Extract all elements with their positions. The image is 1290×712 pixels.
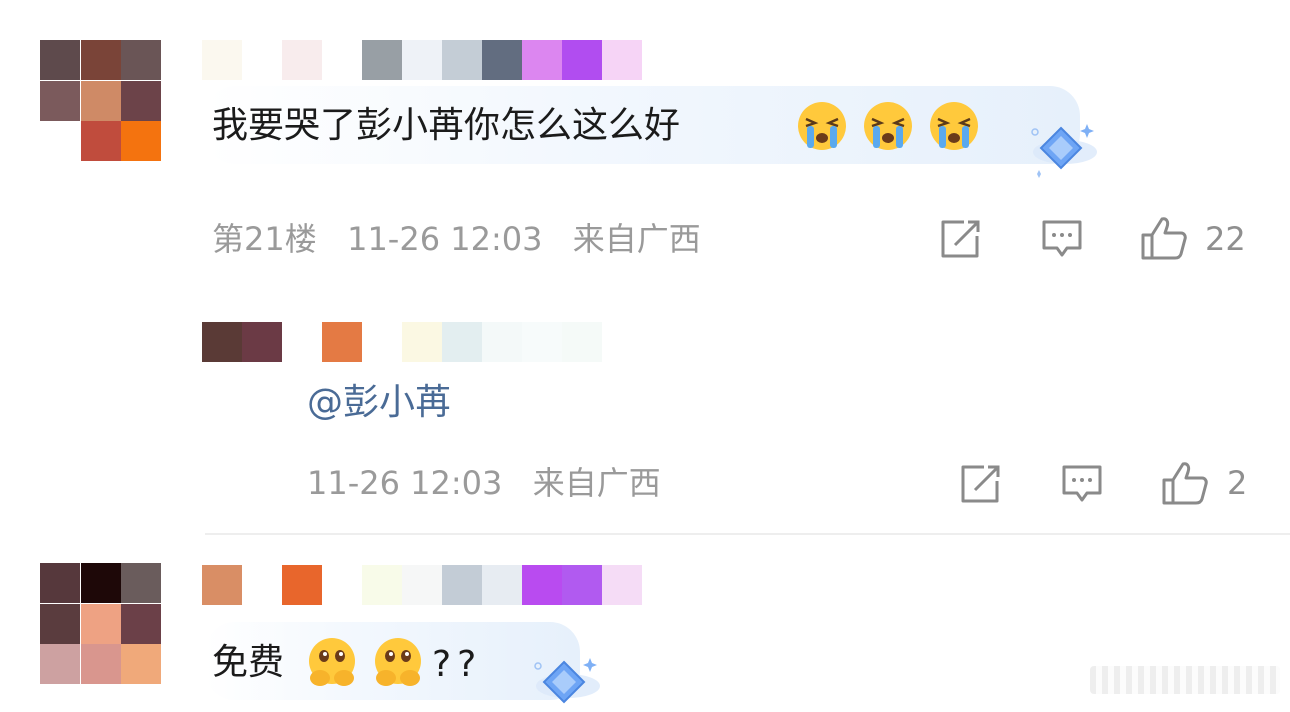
mention-link[interactable]: @彭小苒 — [307, 385, 451, 421]
location: 来自广西 — [572, 220, 701, 258]
crying-face-emoji — [798, 102, 846, 150]
floor-number: 第21楼 — [212, 220, 317, 258]
timestamp: 11-26 12:03 — [347, 220, 543, 258]
avatar[interactable] — [40, 563, 161, 684]
crying-face-emoji — [864, 102, 912, 150]
reply-username[interactable] — [202, 322, 606, 362]
crying-face-emoji — [930, 102, 978, 150]
thumbs-up-icon[interactable] — [1161, 460, 1209, 506]
username[interactable] — [202, 565, 646, 605]
username[interactable] — [202, 40, 646, 80]
thumbs-up-icon[interactable] — [1140, 215, 1188, 261]
diamond-badge-icon — [1031, 124, 1097, 178]
comment-icon[interactable] — [1041, 219, 1083, 259]
timestamp: 11-26 12:03 — [307, 464, 503, 502]
pleading-face-emoji — [309, 638, 355, 686]
watermark — [1090, 664, 1280, 696]
diamond-badge-icon — [534, 658, 600, 704]
comment-text: 我要哭了彭小苒你怎么这么好 — [212, 105, 681, 146]
share-icon[interactable] — [960, 464, 1002, 504]
avatar[interactable] — [40, 40, 161, 161]
share-icon[interactable] — [940, 219, 982, 259]
comment-meta: 第21楼 11-26 12:03 来自广西 — [212, 223, 701, 255]
location: 来自广西 — [532, 464, 661, 502]
comment-suffix: ?? — [432, 644, 483, 685]
reply-meta: 11-26 12:03 来自广西 — [307, 467, 661, 499]
comment-icon[interactable] — [1061, 464, 1103, 504]
like-count: 22 — [1205, 220, 1246, 258]
like-count: 2 — [1227, 464, 1248, 502]
pleading-face-emoji — [375, 638, 421, 686]
divider — [205, 533, 1290, 535]
comment-text: 免费 — [212, 642, 285, 683]
